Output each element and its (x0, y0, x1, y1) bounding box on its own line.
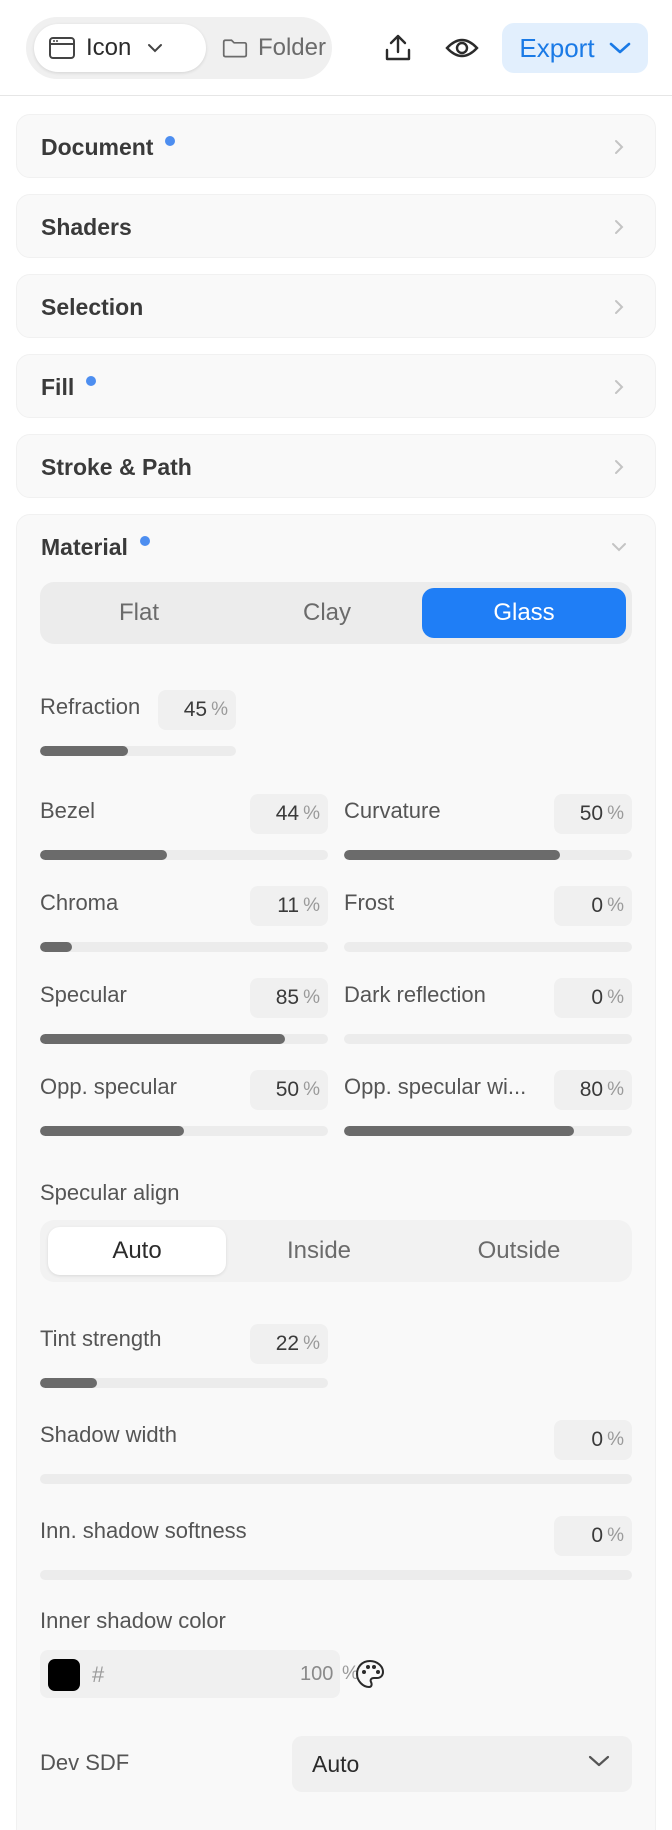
slider-fill (40, 746, 129, 756)
align-auto[interactable]: Auto (48, 1227, 226, 1275)
bezel-value[interactable]: 44 % (250, 794, 328, 834)
palette-icon[interactable] (354, 1658, 386, 1690)
bezel-label: Bezel (40, 798, 96, 823)
chroma-label: Chroma (40, 890, 119, 915)
chevron-right-icon (609, 377, 629, 397)
mode-clay[interactable]: Clay (234, 588, 420, 638)
mode-flat[interactable]: Flat (46, 588, 232, 638)
chevron-down-icon (609, 537, 629, 557)
modified-dot (86, 376, 97, 386)
dark-reflection-slider[interactable] (344, 1034, 632, 1044)
specular-value[interactable]: 85 % (250, 978, 328, 1018)
hex-input[interactable] (112, 1658, 232, 1690)
chroma-value[interactable]: 11 % (250, 886, 328, 926)
chevron-down-icon (148, 44, 163, 53)
specular-slider[interactable] (40, 1034, 328, 1044)
tint-strength-value[interactable]: 22 % (250, 1324, 328, 1364)
panel-title: Document (41, 133, 154, 160)
icon-mode-button[interactable]: Icon (34, 24, 206, 72)
chevron-down-icon (588, 1755, 610, 1767)
chevron-down-icon (609, 42, 630, 54)
modified-dot (139, 536, 150, 546)
curvature-value[interactable]: 50 % (554, 794, 632, 834)
dark-reflection-label: Dark reflection (344, 982, 486, 1007)
refraction-slider[interactable] (40, 746, 236, 756)
panel-title: Selection (41, 293, 144, 320)
dev-sdf-value: Auto (312, 1750, 360, 1777)
icon-mode-label: Icon (86, 34, 132, 61)
slider-fill (40, 1378, 98, 1388)
hash-prefix: # (92, 1662, 105, 1687)
specular-align-segmented: Auto Inside Outside (40, 1220, 632, 1282)
inner-shadow-color-field: # 100 % (40, 1650, 359, 1698)
refraction-value[interactable]: 45 % (158, 690, 236, 730)
panel-title: Fill (41, 373, 75, 400)
chevron-right-icon (609, 217, 629, 237)
export-button[interactable]: Export (502, 23, 648, 73)
folder-mode-button[interactable]: Folder (196, 24, 326, 72)
specular-align-label: Specular align (40, 1180, 180, 1205)
panel-shaders[interactable]: Shaders (16, 194, 656, 258)
mode-glass[interactable]: Glass (422, 588, 626, 638)
window-icon (49, 37, 75, 59)
frost-value[interactable]: 0 % (554, 886, 632, 926)
top-toolbar: Icon Folder Export (0, 0, 672, 96)
tint-strength-slider[interactable] (40, 1378, 328, 1388)
specular-label: Specular (40, 982, 127, 1007)
opp-specular-width-label: Opp. specular wi... (344, 1074, 527, 1099)
modified-dot (165, 136, 176, 146)
opp-specular-slider[interactable] (40, 1126, 328, 1136)
curvature-slider[interactable] (344, 850, 632, 860)
panel-fill[interactable]: Fill (16, 354, 656, 418)
shadow-width-value[interactable]: 0 % (554, 1420, 632, 1460)
dark-reflection-value[interactable]: 0 % (554, 978, 632, 1018)
chevron-right-icon (609, 457, 629, 477)
opp-specular-width-slider[interactable] (344, 1126, 632, 1136)
folder-mode-label: Folder (257, 34, 326, 61)
mode-switch: Icon Folder (26, 17, 332, 79)
folder-icon (222, 39, 248, 58)
eye-icon[interactable] (440, 26, 484, 70)
chevron-right-icon (609, 137, 629, 157)
opp-specular-value[interactable]: 50 % (250, 1070, 328, 1110)
color-swatch[interactable] (48, 1659, 80, 1691)
slider-fill (40, 1126, 184, 1136)
slider-fill (40, 1034, 285, 1044)
chevron-right-icon (609, 297, 629, 317)
align-inside[interactable]: Inside (230, 1227, 408, 1275)
bezel-slider[interactable] (40, 850, 328, 860)
slider-fill (40, 850, 167, 860)
slider-fill (344, 1126, 575, 1136)
dev-sdf-select[interactable]: Auto (292, 1736, 632, 1792)
panel-selection[interactable]: Selection (16, 274, 656, 338)
alpha-value[interactable]: 100 (300, 1663, 333, 1686)
frost-slider[interactable] (344, 942, 632, 952)
panel-title: Material (41, 533, 128, 560)
dev-sdf-label: Dev SDF (40, 1750, 130, 1775)
inner-shadow-softness-slider[interactable] (40, 1570, 632, 1580)
shadow-width-label: Shadow width (40, 1422, 177, 1447)
panel-document[interactable]: Document (16, 114, 656, 178)
frost-label: Frost (344, 890, 395, 915)
upload-icon[interactable] (376, 26, 420, 70)
panel-title: Shaders (41, 213, 132, 240)
chroma-slider[interactable] (40, 942, 328, 952)
slider-fill (344, 850, 560, 860)
inner-shadow-color-label: Inner shadow color (40, 1608, 226, 1633)
material-header[interactable]: Material (17, 515, 655, 579)
slider-fill (40, 942, 72, 952)
export-label: Export (519, 32, 595, 63)
material-mode-segmented: Flat Clay Glass (40, 582, 632, 644)
curvature-label: Curvature (344, 798, 441, 823)
panel-stroke-path[interactable]: Stroke & Path (16, 434, 656, 498)
opp-specular-width-value[interactable]: 80 % (554, 1070, 632, 1110)
tint-strength-label: Tint strength (40, 1326, 162, 1351)
align-outside[interactable]: Outside (412, 1227, 626, 1275)
inner-shadow-softness-value[interactable]: 0 % (554, 1516, 632, 1556)
panel-title: Stroke & Path (41, 453, 192, 480)
shadow-width-slider[interactable] (40, 1474, 632, 1484)
inner-shadow-softness-label: Inn. shadow softness (40, 1518, 247, 1543)
opp-specular-label: Opp. specular (40, 1074, 177, 1099)
